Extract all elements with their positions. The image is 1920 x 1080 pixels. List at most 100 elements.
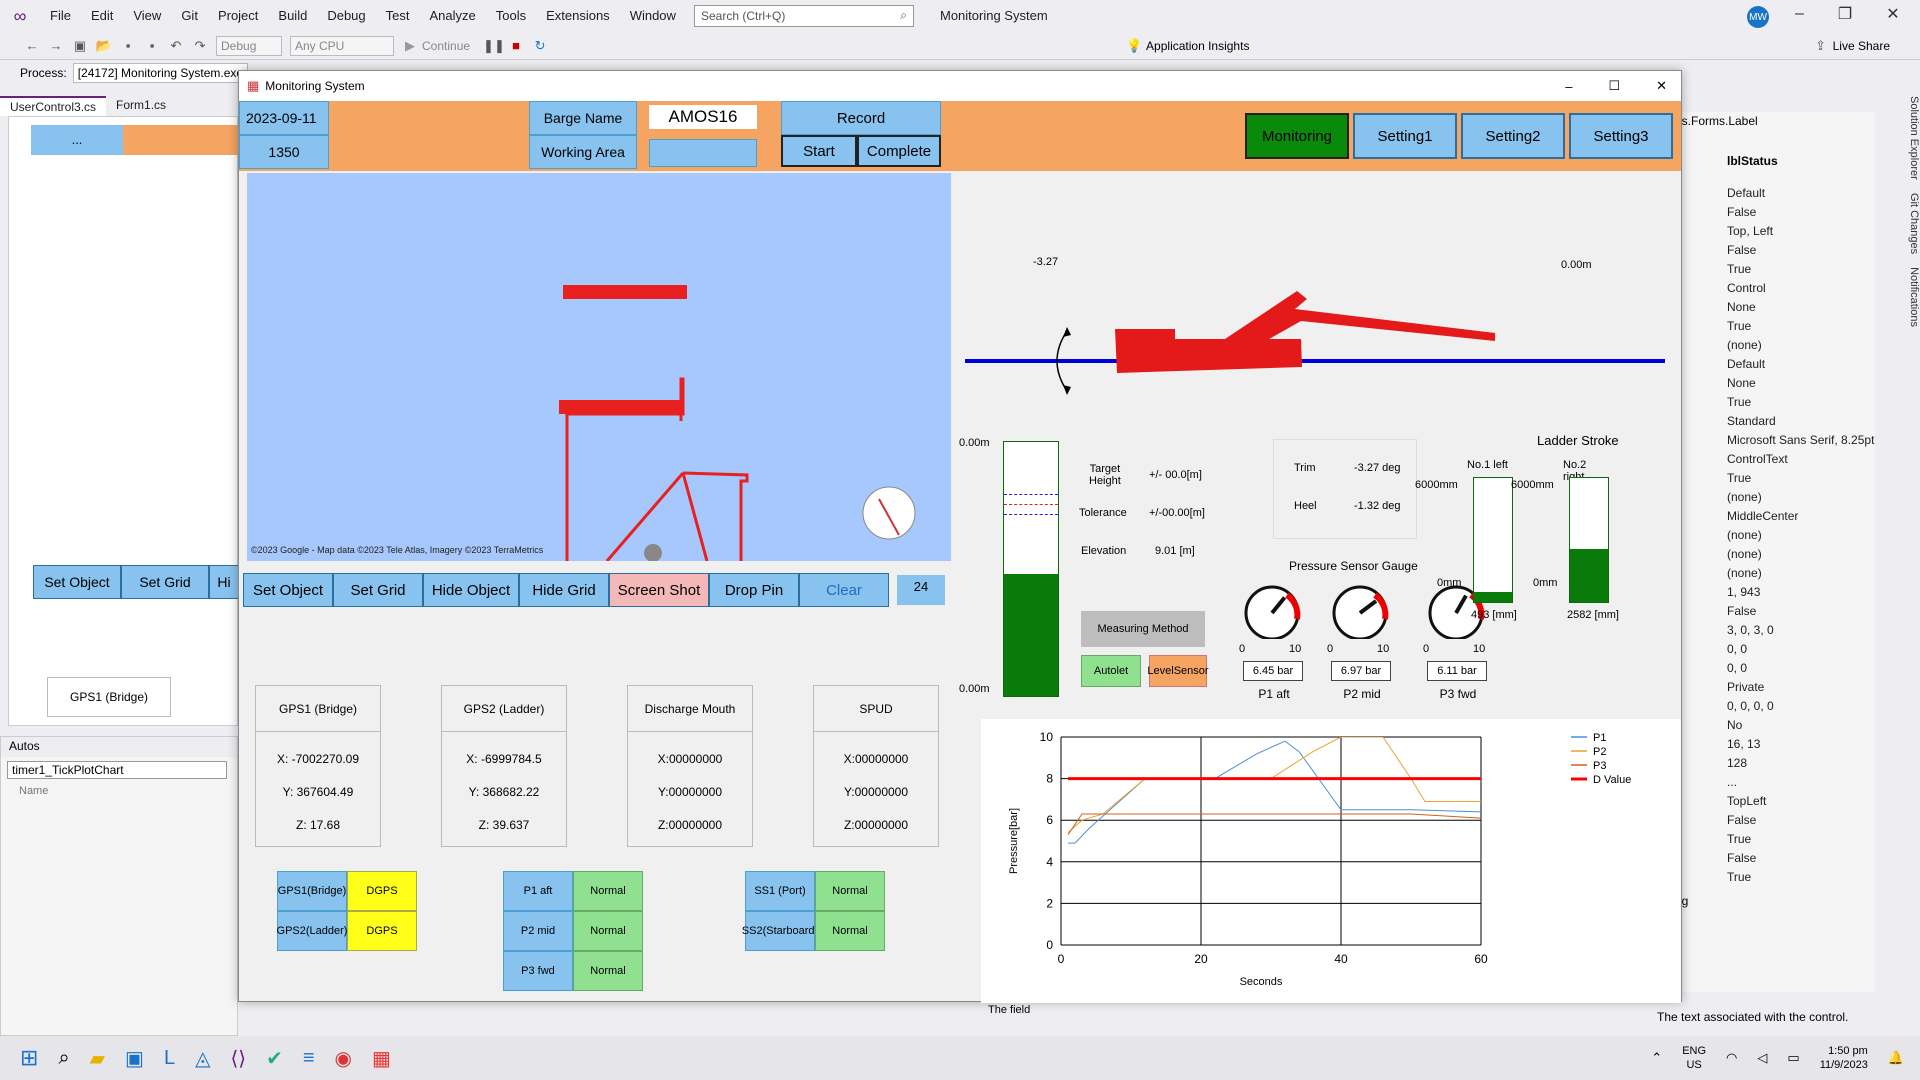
level-sensor-button[interactable]: Level Sensor bbox=[1147, 655, 1209, 687]
menu-test[interactable]: Test bbox=[376, 0, 420, 32]
config-select[interactable]: Debug bbox=[216, 35, 282, 56]
wifi-icon[interactable]: ◠ bbox=[1726, 1050, 1737, 1066]
undo-icon[interactable]: ↶ bbox=[167, 37, 185, 55]
prop-value[interactable]: 0, 0, 0, 0 bbox=[1655, 697, 1875, 716]
save-icon[interactable]: ▪ bbox=[119, 37, 137, 55]
restart-icon[interactable]: ↻ bbox=[531, 37, 549, 55]
designer-gps-box[interactable]: GPS1 (Bridge) bbox=[47, 677, 171, 717]
open-icon[interactable]: 📂 bbox=[95, 37, 113, 55]
prop-value[interactable]: Default bbox=[1655, 355, 1875, 374]
redo-icon[interactable]: ↷ bbox=[191, 37, 209, 55]
continue-icon[interactable]: ▶ bbox=[401, 37, 419, 55]
prop-value[interactable]: Default bbox=[1655, 184, 1875, 203]
prop-value[interactable]: Private bbox=[1655, 678, 1875, 697]
prop-value[interactable]: MiddleCenter bbox=[1655, 507, 1875, 526]
notifications-tab[interactable]: Notifications bbox=[1908, 267, 1920, 327]
pause-icon[interactable]: ❚❚ bbox=[483, 37, 505, 55]
back-icon[interactable]: ← bbox=[23, 37, 41, 55]
prop-value[interactable]: False bbox=[1655, 849, 1875, 868]
new-project-icon[interactable]: ▣ bbox=[71, 37, 89, 55]
menu-project[interactable]: Project bbox=[208, 0, 268, 32]
drop-pin-button[interactable]: Drop Pin bbox=[709, 573, 799, 607]
continue-button[interactable]: Continue bbox=[422, 39, 470, 53]
menu-file[interactable]: File bbox=[40, 0, 81, 32]
app-minimize-icon[interactable]: – bbox=[1565, 79, 1572, 94]
restore-icon[interactable]: ❐ bbox=[1838, 4, 1852, 24]
prop-value[interactable]: False bbox=[1655, 602, 1875, 621]
vs-search-input[interactable]: Search (Ctrl+Q) ⌕ bbox=[694, 5, 914, 27]
prop-value[interactable]: None bbox=[1655, 298, 1875, 317]
chrome-icon[interactable]: ◉ bbox=[335, 1046, 352, 1071]
prop-value[interactable]: 3, 0, 3, 0 bbox=[1655, 621, 1875, 640]
prop-value[interactable]: (none) bbox=[1655, 336, 1875, 355]
file-explorer-icon[interactable]: ▰ bbox=[90, 1046, 105, 1071]
prop-value[interactable]: No bbox=[1655, 716, 1875, 735]
tab-form1[interactable]: Form1.cs bbox=[106, 96, 176, 116]
menu-build[interactable]: Build bbox=[268, 0, 317, 32]
volume-icon[interactable]: ◁ bbox=[1757, 1050, 1767, 1066]
prop-value[interactable]: True bbox=[1655, 260, 1875, 279]
prop-value[interactable]: False bbox=[1655, 203, 1875, 222]
store-icon[interactable]: ▣ bbox=[125, 1046, 144, 1071]
set-object-button[interactable]: Set Object bbox=[243, 573, 333, 607]
hide-object-button[interactable]: Hide Object bbox=[423, 573, 519, 607]
vs-logo-icon[interactable]: ∞ bbox=[0, 6, 40, 27]
menu-window[interactable]: Window bbox=[620, 0, 686, 32]
prop-value[interactable]: 16, 13 bbox=[1655, 735, 1875, 754]
designer-set-object-button[interactable]: Set Object bbox=[33, 565, 121, 599]
close-icon[interactable]: ✕ bbox=[1886, 4, 1899, 24]
prop-value[interactable]: 0, 0 bbox=[1655, 640, 1875, 659]
process-select[interactable]: [24172] Monitoring System.exe bbox=[72, 63, 249, 83]
prop-value[interactable]: True bbox=[1655, 469, 1875, 488]
azure-icon[interactable]: ◬ bbox=[195, 1046, 210, 1071]
designer-set-grid-button[interactable]: Set Grid bbox=[121, 565, 209, 599]
nav-setting1[interactable]: Setting1 bbox=[1353, 113, 1457, 159]
tray-language[interactable]: ENG US bbox=[1682, 1044, 1706, 1072]
solution-explorer-tab[interactable]: Solution Explorer bbox=[1908, 96, 1920, 180]
clear-button[interactable]: Clear bbox=[799, 573, 889, 607]
autos-search-input[interactable]: timer1_TickPlotChart bbox=[7, 761, 227, 779]
git-changes-tab[interactable]: Git Changes bbox=[1908, 193, 1920, 254]
tab-usercontrol3[interactable]: UserControl3.cs bbox=[0, 96, 107, 116]
complete-button[interactable]: Complete bbox=[857, 135, 941, 167]
menu-analyze[interactable]: Analyze bbox=[419, 0, 485, 32]
app-l-icon[interactable]: L bbox=[164, 1047, 175, 1070]
nav-setting3[interactable]: Setting3 bbox=[1569, 113, 1673, 159]
search-taskbar-icon[interactable]: ⌕ bbox=[58, 1047, 69, 1070]
app-insights-button[interactable]: Application Insights bbox=[1146, 39, 1249, 53]
autolet-button[interactable]: Autolet bbox=[1081, 655, 1141, 687]
notification-icon[interactable]: 🔔 bbox=[1888, 1050, 1904, 1066]
stop-icon[interactable]: ■ bbox=[507, 37, 525, 55]
menu-tools[interactable]: Tools bbox=[486, 0, 536, 32]
prop-value[interactable]: TopLeft bbox=[1655, 792, 1875, 811]
battery-icon[interactable]: ▭ bbox=[1787, 1050, 1799, 1066]
prop-value[interactable]: (none) bbox=[1655, 488, 1875, 507]
visual-studio-icon[interactable]: ⟨⟩ bbox=[230, 1046, 246, 1071]
prop-value[interactable]: 0, 0 bbox=[1655, 659, 1875, 678]
start-button[interactable]: Start bbox=[781, 135, 857, 167]
menu-git[interactable]: Git bbox=[171, 0, 208, 32]
tray-chevron-icon[interactable]: ⌃ bbox=[1651, 1050, 1662, 1066]
prop-value[interactable]: Top, Left bbox=[1655, 222, 1875, 241]
menu-debug[interactable]: Debug bbox=[317, 0, 375, 32]
prop-value[interactable]: 128 bbox=[1655, 754, 1875, 773]
platform-select[interactable]: Any CPU bbox=[290, 35, 394, 56]
tasks-icon[interactable]: ✔ bbox=[266, 1046, 283, 1071]
prop-value[interactable]: Microsoft Sans Serif, 8.25pt bbox=[1655, 431, 1875, 450]
monitoring-app-icon[interactable]: ▦ bbox=[372, 1046, 391, 1071]
tray-clock[interactable]: 1:50 pm 11/9/2023 bbox=[1820, 1044, 1868, 1072]
prop-value[interactable]: (none) bbox=[1655, 564, 1875, 583]
forward-icon[interactable]: → bbox=[47, 37, 65, 55]
notepad-icon[interactable]: ≡ bbox=[303, 1047, 315, 1070]
prop-value[interactable]: ... bbox=[1655, 773, 1875, 792]
prop-value[interactable]: (none) bbox=[1655, 526, 1875, 545]
prop-value[interactable]: False bbox=[1655, 241, 1875, 260]
screen-shot-button[interactable]: Screen Shot bbox=[609, 573, 709, 607]
working-area-input[interactable] bbox=[649, 139, 757, 167]
prop-value[interactable]: None bbox=[1655, 374, 1875, 393]
minimize-icon[interactable]: – bbox=[1795, 5, 1804, 23]
start-icon[interactable]: ⊞ bbox=[20, 1045, 38, 1071]
prop-value[interactable]: False bbox=[1655, 811, 1875, 830]
prop-value[interactable]: (none) bbox=[1655, 545, 1875, 564]
prop-value[interactable]: True bbox=[1655, 830, 1875, 849]
